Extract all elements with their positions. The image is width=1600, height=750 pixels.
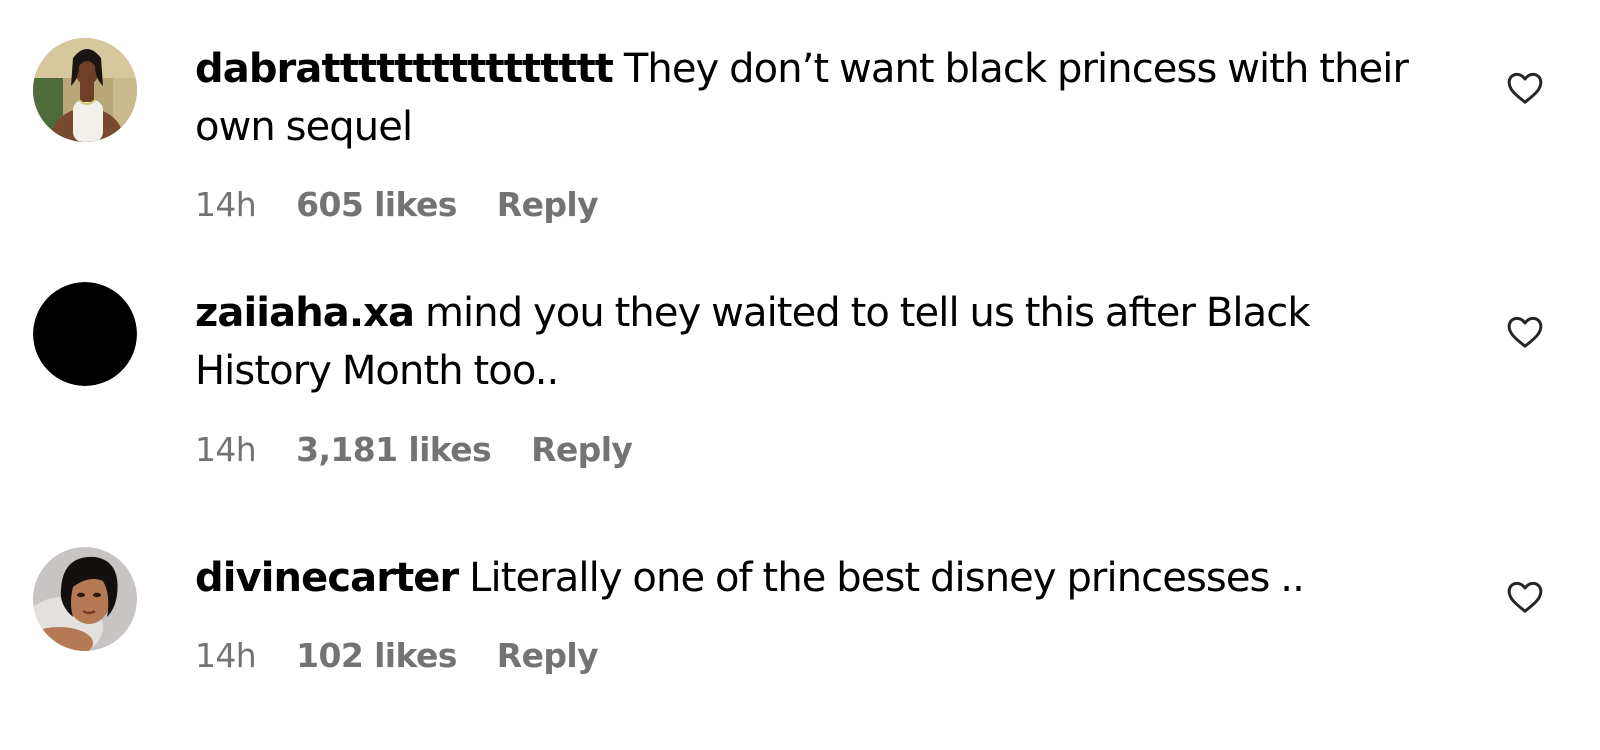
likes-count[interactable]: 102 likes [296, 636, 457, 675]
avatar[interactable] [33, 282, 137, 386]
comment-time: 14h [195, 430, 257, 469]
reply-button[interactable]: Reply [497, 185, 599, 224]
avatar[interactable] [33, 547, 137, 651]
heart-outline-icon[interactable] [1505, 577, 1545, 617]
comment-username[interactable]: dabratttttttttttttttt [195, 46, 614, 92]
comment-meta: 14h 3,181 likes Reply [195, 430, 1425, 469]
comment-text: divinecarter Literally one of the best d… [195, 549, 1425, 607]
comment-text: zaiiaha.xa mind you they waited to tell … [195, 284, 1425, 400]
avatar[interactable] [33, 38, 137, 142]
comment-text: dabratttttttttttttttt They don’t want bl… [195, 40, 1425, 156]
comment-time: 14h [195, 636, 257, 675]
comment-meta: 14h 102 likes Reply [195, 636, 1425, 675]
comment-username[interactable]: divinecarter [195, 555, 459, 601]
heart-outline-icon[interactable] [1505, 68, 1545, 108]
likes-count[interactable]: 605 likes [296, 185, 457, 224]
reply-button[interactable]: Reply [497, 636, 599, 675]
comment-meta: 14h 605 likes Reply [195, 185, 1425, 224]
likes-count[interactable]: 3,181 likes [296, 430, 492, 469]
reply-button[interactable]: Reply [531, 430, 633, 469]
heart-outline-icon[interactable] [1505, 312, 1545, 352]
comment-body: Literally one of the best disney princes… [469, 555, 1305, 601]
comment-time: 14h [195, 185, 257, 224]
comment-username[interactable]: zaiiaha.xa [195, 290, 415, 336]
